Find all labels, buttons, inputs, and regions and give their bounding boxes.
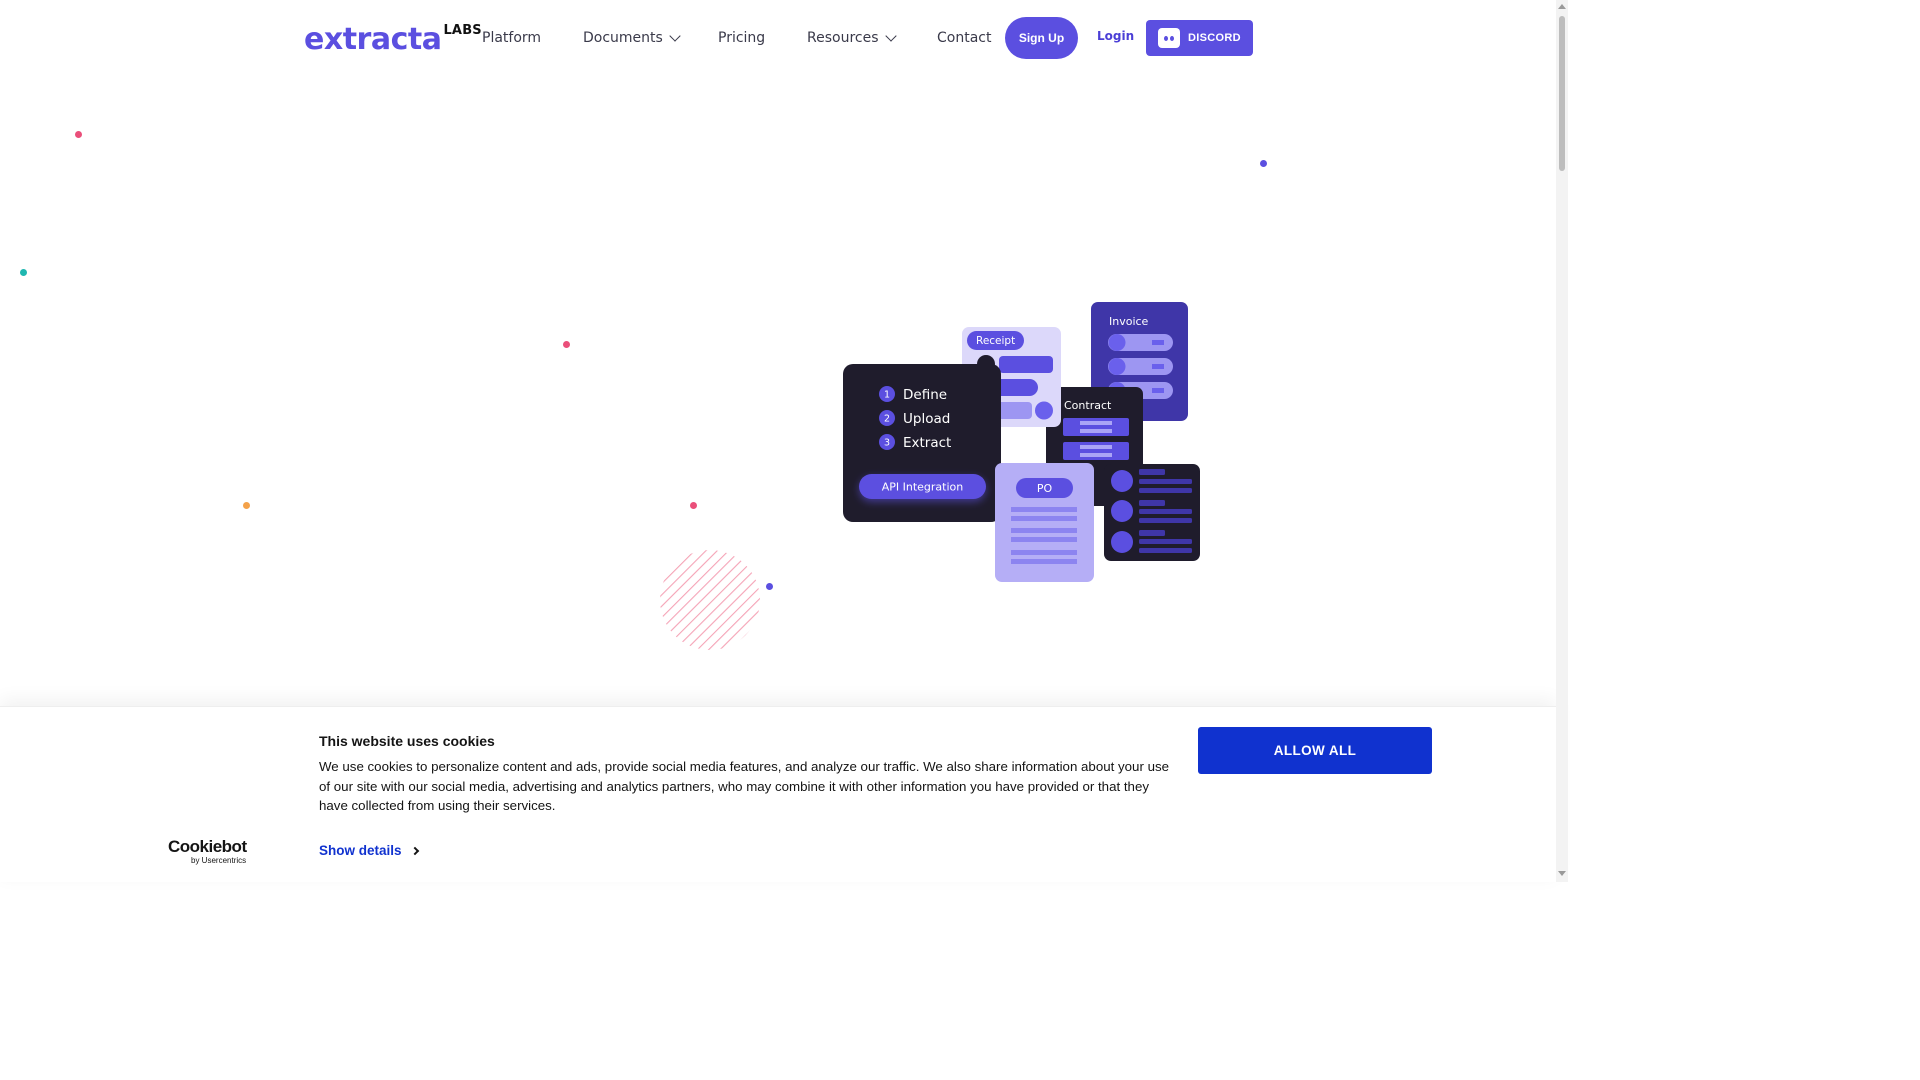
chevron-right-icon: [410, 846, 419, 855]
hatched-circle: [660, 550, 760, 650]
step-label: Extract: [903, 435, 951, 451]
step-label: Upload: [903, 411, 950, 427]
scroll-up-arrow-icon[interactable]: [1558, 4, 1566, 9]
cookiebot-name: Cookiebot: [168, 837, 247, 856]
step-number: 3: [884, 438, 890, 449]
cookiebot-logo[interactable]: Cookiebot by Usercentrics: [168, 838, 258, 866]
contract-card-label: Contract: [1064, 399, 1112, 412]
page-scrollbar[interactable]: [1556, 0, 1568, 882]
cookiebot-subtitle: by Usercentrics: [191, 856, 247, 865]
show-details-link[interactable]: Show details: [319, 843, 419, 858]
po-card: PO: [995, 463, 1094, 582]
cookie-description: We use cookies to personalize content an…: [319, 759, 1170, 814]
list-card: [1104, 464, 1200, 561]
cookie-consent-banner: Cookiebot by Usercentrics This website u…: [0, 706, 1556, 882]
invoice-card-label: Invoice: [1109, 315, 1149, 328]
steps-card: 1 Define 2 Upload 3 Extract API Integrat…: [843, 364, 1001, 522]
receipt-card-label: Receipt: [976, 335, 1015, 347]
po-card-label: PO: [1037, 482, 1053, 495]
step-label: Define: [903, 387, 947, 403]
step-number: 2: [884, 414, 890, 425]
cookie-title: This website uses cookies: [319, 733, 495, 749]
step-number: 1: [884, 390, 890, 401]
scrollbar-thumb[interactable]: [1559, 16, 1565, 171]
api-integration-label: API Integration: [882, 481, 964, 494]
show-details-label: Show details: [319, 843, 402, 858]
hero-illustration: Invoice Contract Receipt 1 Define 2 Uplo…: [660, 302, 1200, 650]
allow-all-button[interactable]: ALLOW ALL: [1198, 727, 1432, 774]
scroll-down-arrow-icon[interactable]: [1558, 871, 1566, 876]
